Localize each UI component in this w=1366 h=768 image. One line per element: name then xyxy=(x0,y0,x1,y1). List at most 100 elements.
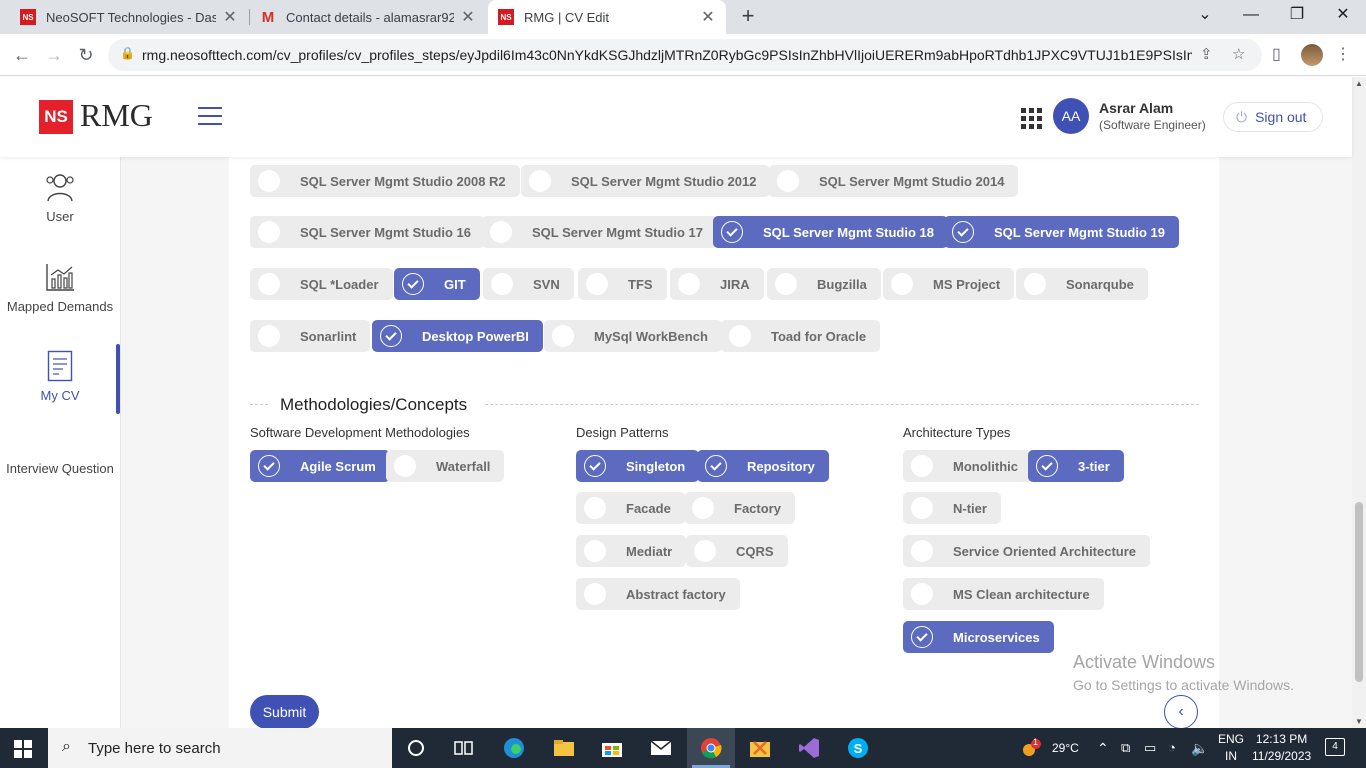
visual-studio-icon[interactable] xyxy=(796,736,822,760)
chip-sql-server-mgmt-studio-17[interactable]: SQL Server Mgmt Studio 17 xyxy=(482,216,717,248)
address-bar[interactable]: 🔒 rmg.neosofttech.com/cv_profiles/cv_pro… xyxy=(108,39,1262,71)
sidebar-item-mapped-demands[interactable]: Mapped Demands xyxy=(0,261,120,314)
sign-out-button[interactable]: ⏻ Sign out xyxy=(1223,102,1323,132)
chip-label: TFS xyxy=(628,276,653,292)
chip-svn[interactable]: SVN xyxy=(483,268,574,300)
bookmark-star-icon[interactable]: ☆ xyxy=(1232,45,1245,63)
chip-facade[interactable]: Facade xyxy=(576,492,685,524)
close-tab-icon[interactable]: ✕ xyxy=(460,7,476,27)
checkbox-circle xyxy=(584,540,606,562)
chip-3-tier[interactable]: 3-tier xyxy=(1028,450,1124,482)
edge-browser-icon[interactable] xyxy=(501,736,527,760)
chip-agile-scrum[interactable]: Agile Scrum xyxy=(250,450,390,482)
chip-sql-server-mgmt-studio-2014[interactable]: SQL Server Mgmt Studio 2014 xyxy=(769,165,1019,197)
page-scrollbar[interactable]: ▲ ▼ xyxy=(1352,77,1366,728)
wifi-icon[interactable]: ◔ xyxy=(1168,728,1176,768)
file-explorer-icon[interactable] xyxy=(551,736,577,760)
checkbox-circle xyxy=(694,540,716,562)
back-arrow-icon[interactable]: ← xyxy=(9,42,35,68)
browser-tab-rmg-cv-edit[interactable]: NS RMG | CV Edit ✕ xyxy=(488,0,726,34)
chip-ms-project[interactable]: MS Project xyxy=(883,268,1015,300)
chip-toad-for-oracle[interactable]: Toad for Oracle xyxy=(721,320,881,352)
chip-label: Service Oriented Architecture xyxy=(953,543,1137,559)
lock-icon[interactable]: 🔒 xyxy=(120,46,135,60)
scroll-up-arrow-icon[interactable]: ▲ xyxy=(1355,79,1363,88)
chip-ms-clean-architecture[interactable]: MS Clean architecture xyxy=(903,578,1104,610)
windows-start-icon[interactable] xyxy=(14,740,32,758)
input-language[interactable]: ENG IN xyxy=(1218,731,1244,765)
volume-icon[interactable]: 🔈 xyxy=(1191,728,1208,768)
sidebar-item-user[interactable]: User xyxy=(0,171,120,224)
browser-profile-avatar[interactable] xyxy=(1301,44,1323,66)
browser-tab-gmail[interactable]: M Contact details - alamasrar925@ ✕ xyxy=(250,0,486,34)
battery-icon[interactable]: ▭ xyxy=(1144,728,1156,768)
close-window-button[interactable]: ✕ xyxy=(1320,0,1366,30)
chip-singleton[interactable]: Singleton xyxy=(576,450,700,482)
chip-n-tier[interactable]: N-tier xyxy=(903,492,1001,524)
notification-center-icon[interactable]: 4 xyxy=(1325,738,1345,756)
minimize-button[interactable]: — xyxy=(1228,0,1274,30)
temperature[interactable]: 29°C xyxy=(1052,728,1079,768)
side-panel-icon[interactable]: ▯ xyxy=(1272,44,1281,64)
tab-search-chevron-icon[interactable]: ⌄ xyxy=(1182,0,1228,30)
chip-sql-server-mgmt-studio-2012[interactable]: SQL Server Mgmt Studio 2012 xyxy=(521,165,771,197)
tray-chevron-up-icon[interactable]: ⌃ xyxy=(1097,728,1109,768)
chip-bugzilla[interactable]: Bugzilla xyxy=(767,268,881,300)
chip-sonarqube[interactable]: Sonarqube xyxy=(1016,268,1148,300)
forward-arrow-icon[interactable]: → xyxy=(41,42,67,68)
chip-factory[interactable]: Factory xyxy=(684,492,795,524)
chip-mysql-workbench[interactable]: MySql WorkBench xyxy=(544,320,722,352)
chip-mediatr[interactable]: Mediatr xyxy=(576,535,687,567)
new-tab-button[interactable]: + xyxy=(736,4,760,30)
mail-icon[interactable] xyxy=(648,736,674,760)
chip-tfs[interactable]: TFS xyxy=(578,268,667,300)
chip-sql-server-mgmt-studio-19[interactable]: SQL Server Mgmt Studio 19 xyxy=(944,216,1179,248)
chip-waterfall[interactable]: Waterfall xyxy=(386,450,505,482)
reload-icon[interactable]: ↻ xyxy=(73,42,99,68)
chip-sql-server-mgmt-studio-18[interactable]: SQL Server Mgmt Studio 18 xyxy=(713,216,948,248)
close-tab-icon[interactable]: ✕ xyxy=(222,7,238,27)
chip-sonarlint[interactable]: Sonarlint xyxy=(250,320,371,352)
chip-jira[interactable]: JIRA xyxy=(670,268,764,300)
scroll-down-arrow-icon[interactable]: ▼ xyxy=(1355,717,1363,726)
share-icon[interactable]: ⇪ xyxy=(1200,45,1213,63)
cortana-icon[interactable] xyxy=(403,736,429,760)
browser-tab-neosoft[interactable]: NS NeoSOFT Technologies - Dashbo ✕ xyxy=(10,0,248,34)
chip-microservices[interactable]: Microservices xyxy=(903,621,1054,653)
user-icon xyxy=(46,174,74,202)
chip-git[interactable]: GIT xyxy=(394,268,480,300)
chevron-left-icon[interactable]: ‹ xyxy=(1164,695,1198,729)
chip-abstract-factory[interactable]: Abstract factory xyxy=(576,578,740,610)
taskbar-search-box[interactable]: ⌕ Type here to search xyxy=(48,728,392,768)
chrome-icon[interactable] xyxy=(698,736,724,760)
checkbox-circle xyxy=(891,273,913,295)
scrollbar-thumb[interactable] xyxy=(1355,502,1363,682)
chip-desktop-powerbi[interactable]: Desktop PowerBI xyxy=(372,320,543,352)
chip-repository[interactable]: Repository xyxy=(697,450,829,482)
browser-menu-icon[interactable]: ⋮ xyxy=(1335,44,1351,64)
skype-icon[interactable]: S xyxy=(845,736,871,760)
sidebar-item-my-cv[interactable]: My CV xyxy=(0,350,120,403)
chip-cqrs[interactable]: CQRS xyxy=(686,535,788,567)
device-icon[interactable]: ⧉ xyxy=(1121,728,1130,768)
chip-label: SQL Server Mgmt Studio 2014 xyxy=(819,173,1005,189)
user-avatar[interactable]: AA xyxy=(1053,98,1089,134)
hamburger-menu-icon[interactable] xyxy=(198,107,222,125)
chip-label: Sonarqube xyxy=(1066,276,1134,292)
toolbox-app-icon[interactable] xyxy=(747,736,773,760)
chip-sql-loader[interactable]: SQL *Loader xyxy=(250,268,393,300)
microsoft-store-icon[interactable] xyxy=(599,736,625,760)
close-tab-icon[interactable]: ✕ xyxy=(700,7,716,27)
chip-monolithic[interactable]: Monolithic xyxy=(903,450,1032,482)
apps-grid-icon[interactable] xyxy=(1021,108,1042,129)
chip-sql-server-mgmt-studio-16[interactable]: SQL Server Mgmt Studio 16 xyxy=(250,216,485,248)
task-view-icon[interactable] xyxy=(451,736,477,760)
sidebar-item-interview-question[interactable]: Interview Question xyxy=(0,461,120,476)
restore-button[interactable]: ❐ xyxy=(1274,0,1320,30)
chip-sql-server-mgmt-studio-2008-r2[interactable]: SQL Server Mgmt Studio 2008 R2 xyxy=(250,165,520,197)
submit-button[interactable]: Submit xyxy=(250,695,319,729)
chip-service-oriented-architecture[interactable]: Service Oriented Architecture xyxy=(903,535,1151,567)
url-text[interactable]: rmg.neosofttech.com/cv_profiles/cv_profi… xyxy=(142,47,1192,63)
weather-icon[interactable] xyxy=(1020,728,1042,768)
clock[interactable]: 12:13 PM 11/29/2023 xyxy=(1252,731,1311,765)
